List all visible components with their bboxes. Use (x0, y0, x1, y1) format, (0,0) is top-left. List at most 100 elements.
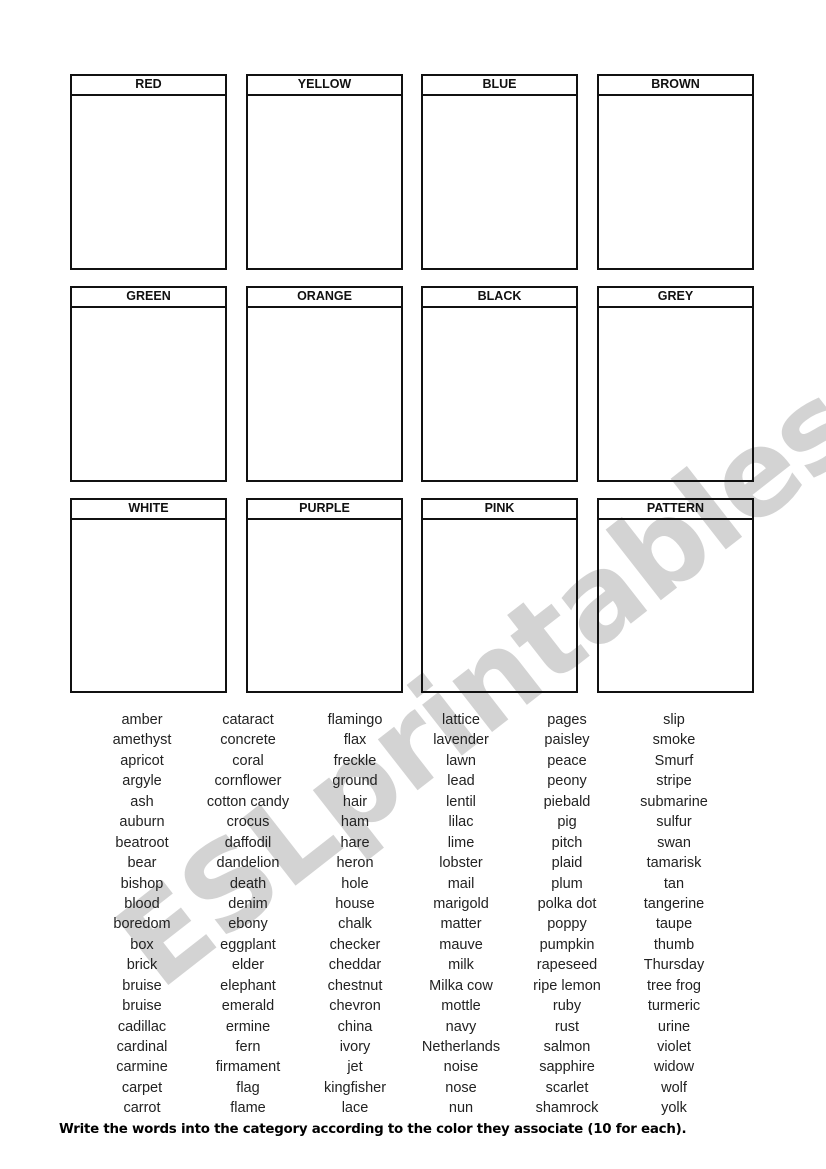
word-item: ground (332, 773, 378, 790)
word-item: ham (340, 814, 370, 831)
word-item: Milka cow (429, 977, 493, 994)
category-box-grey: GREY (597, 286, 754, 482)
category-box-yellow: YELLOW (246, 74, 403, 270)
word-column: amber amethyst apricot argyle ash auburn beatr… (82, 710, 202, 1119)
category-answer-area[interactable] (248, 520, 401, 693)
category-answer-area[interactable] (599, 96, 752, 270)
word-item: sulfur (656, 814, 692, 831)
category-answer-area[interactable] (423, 520, 576, 693)
word-item: urine (657, 1018, 691, 1035)
word-item: cataract (222, 712, 274, 728)
word-item: cadillac (117, 1018, 167, 1035)
word-item: amber (121, 712, 163, 728)
category-header: YELLOW (248, 76, 401, 96)
word-item: pumpkin (539, 936, 595, 953)
word-item: hole (341, 875, 369, 892)
word-item: emerald (221, 998, 275, 1015)
category-box-purple: PURPLE (246, 498, 403, 693)
word-item: checker (329, 936, 381, 953)
category-header: BLACK (423, 288, 576, 308)
word-item: slip (663, 712, 685, 728)
word-item: ivory (339, 1039, 371, 1055)
word-item: Smurf (654, 752, 694, 769)
word-item: chestnut (327, 977, 383, 994)
word-item: crocus (226, 814, 270, 831)
word-item: eggplant (220, 936, 276, 953)
word-item: pitch (551, 834, 583, 851)
word-item: dandelion (216, 855, 280, 872)
word-item: wolf (661, 1079, 687, 1096)
word-item: ruby (552, 998, 582, 1015)
word-item: salmon (543, 1039, 591, 1055)
word-item: brick (126, 957, 158, 974)
category-answer-area[interactable] (248, 96, 401, 270)
category-header: PATTERN (599, 500, 752, 520)
word-item: chevron (329, 998, 381, 1015)
word-column: cataract concrete coral cornflower cotton ca… (188, 710, 308, 1119)
word-item: lead (447, 773, 475, 790)
word-item: peace (547, 752, 587, 769)
category-box-pattern: PATTERN (597, 498, 754, 693)
word-item: mauve (439, 936, 483, 953)
word-item: carpet (121, 1079, 163, 1096)
word-item: tangerine (643, 895, 705, 912)
word-item: marigold (433, 895, 489, 912)
word-item: rapeseed (536, 957, 598, 974)
word-item: lattice (442, 712, 480, 728)
word-item: cheddar (328, 957, 382, 974)
word-item: yolk (661, 1100, 687, 1117)
word-item: boredom (113, 916, 171, 933)
word-item: tan (663, 875, 685, 892)
category-answer-area[interactable] (72, 308, 225, 482)
word-item: carrot (123, 1100, 161, 1117)
word-item: lilac (448, 814, 474, 831)
word-item: turmeric (647, 998, 701, 1015)
word-item: lavender (433, 732, 489, 749)
word-item: milk (448, 957, 474, 974)
word-item: house (335, 895, 375, 912)
word-item: submarine (640, 793, 708, 810)
category-answer-area[interactable] (423, 308, 576, 482)
word-item: nun (448, 1100, 474, 1117)
word-item: china (337, 1018, 373, 1035)
word-item: hair (342, 793, 368, 810)
word-item: bruise (122, 977, 162, 994)
category-answer-area[interactable] (423, 96, 576, 270)
word-item: elder (231, 957, 265, 974)
word-item: sapphire (539, 1059, 595, 1076)
category-header: WHITE (72, 500, 225, 520)
word-item: tamarisk (646, 855, 702, 872)
word-item: ermine (225, 1018, 271, 1035)
category-header: GREY (599, 288, 752, 308)
word-item: ripe lemon (533, 977, 601, 994)
category-answer-area[interactable] (599, 520, 752, 693)
word-item: plaid (551, 855, 583, 872)
word-item: polka dot (537, 895, 597, 912)
word-item: denim (228, 895, 268, 912)
category-box-white: WHITE (70, 498, 227, 693)
word-column: flamingo flax freckle ground hair ham hare hero… (295, 710, 415, 1119)
word-item: lentil (446, 793, 476, 810)
category-box-green: GREEN (70, 286, 227, 482)
word-item: fern (235, 1039, 261, 1055)
word-column: lattice lavender lawn lead lentil lilac lime lo… (401, 710, 521, 1119)
word-item: widow (653, 1059, 695, 1076)
category-header: PURPLE (248, 500, 401, 520)
word-item: piebald (543, 793, 591, 810)
word-column: slip smoke Smurf stripe submarine sulfur swan t… (614, 710, 734, 1119)
word-item: noise (443, 1059, 479, 1076)
category-header: PINK (423, 500, 576, 520)
word-item: tree frog (647, 977, 701, 994)
word-item: lace (341, 1100, 369, 1117)
word-item: box (130, 936, 154, 953)
category-header: BLUE (423, 76, 576, 96)
category-answer-area[interactable] (599, 308, 752, 482)
word-item: scarlet (545, 1079, 589, 1096)
word-item: carmine (116, 1059, 168, 1076)
category-answer-area[interactable] (72, 520, 225, 693)
word-item: bruise (122, 998, 162, 1015)
category-answer-area[interactable] (248, 308, 401, 482)
word-item: freckle (333, 752, 377, 769)
category-answer-area[interactable] (72, 96, 225, 270)
category-header: BROWN (599, 76, 752, 96)
